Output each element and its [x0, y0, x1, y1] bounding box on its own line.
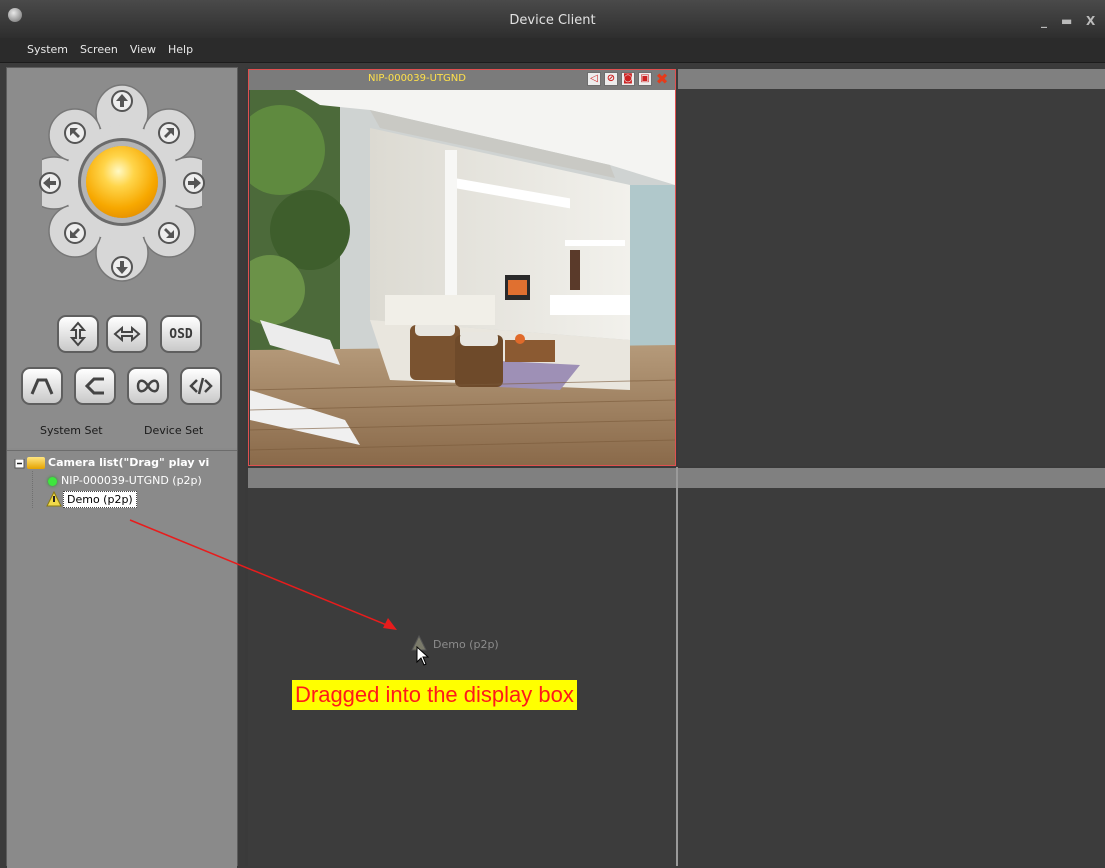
drag-ghost-label: Demo (p2p) [433, 638, 499, 651]
mouse-cursor-icon [416, 646, 430, 666]
annotation-label: Dragged into the display box [292, 680, 577, 710]
drag-arrow [129, 519, 397, 630]
